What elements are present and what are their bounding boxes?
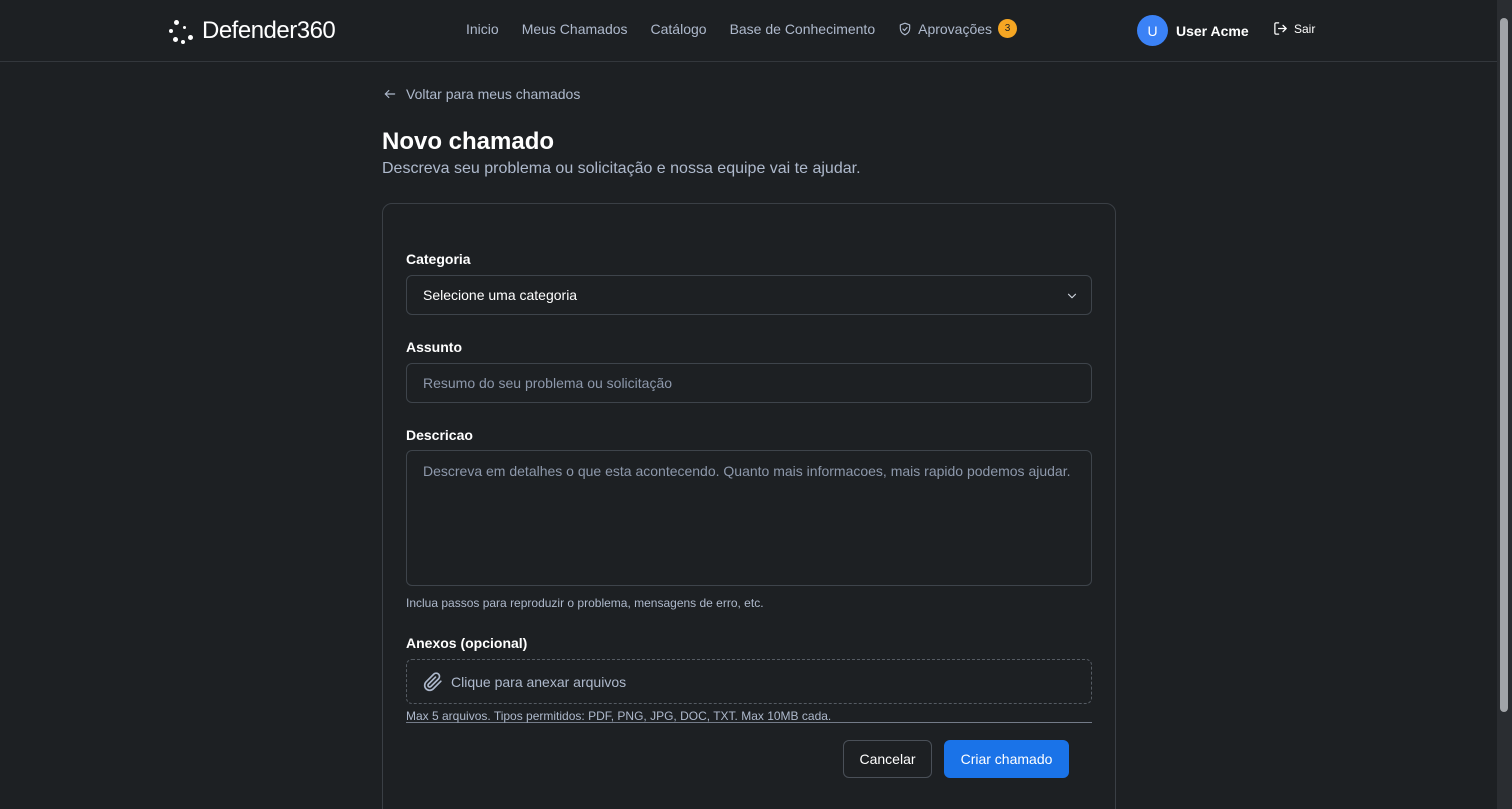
- top-navbar: Defender360 Inicio Meus Chamados Catálog…: [0, 0, 1497, 62]
- nav-item-aprovacoes[interactable]: Aprovações 3: [898, 19, 1018, 38]
- category-select[interactable]: Selecione uma categoria: [406, 275, 1092, 315]
- nav-item-catalogo[interactable]: Catálogo: [651, 21, 707, 37]
- page-title: Novo chamado: [382, 128, 555, 155]
- description-label: Descricao: [406, 427, 473, 443]
- nav-item-meus-chamados[interactable]: Meus Chamados: [522, 21, 628, 37]
- nav-item-inicio[interactable]: Inicio: [466, 21, 499, 37]
- paperclip-icon: [423, 671, 442, 691]
- subject-label: Assunto: [406, 339, 462, 355]
- category-label: Categoria: [406, 251, 471, 267]
- category-select-value: Selecione uma categoria: [423, 287, 578, 303]
- attachments-dropzone[interactable]: Clique para anexar arquivos: [406, 659, 1092, 704]
- logo-dots-icon: [168, 17, 194, 45]
- page-subtitle: Descreva seu problema ou solicitação e n…: [382, 160, 861, 177]
- page-scrollbar[interactable]: [1497, 0, 1512, 809]
- shield-icon: [899, 22, 911, 35]
- nav-item-base-conhecimento[interactable]: Base de Conhecimento: [730, 21, 876, 37]
- attachments-hint: Max 5 arquivos. Tipos permitidos: PDF, P…: [406, 709, 832, 723]
- logout-button[interactable]: Sair: [1273, 21, 1315, 36]
- logout-label: Sair: [1294, 21, 1316, 36]
- description-textarea-placeholder: Descreva em detalhes o que esta acontece…: [423, 463, 1071, 479]
- subject-input-placeholder: Resumo do seu problema ou solicitação: [423, 375, 673, 391]
- form-divider: [406, 722, 1092, 723]
- back-link[interactable]: Voltar para meus chamados: [383, 86, 580, 102]
- user-name: User Acme: [1176, 22, 1249, 39]
- logo-text: Defender360: [202, 17, 336, 44]
- approvals-count-badge: 3: [998, 19, 1018, 38]
- cancel-button[interactable]: Cancelar: [843, 740, 932, 778]
- create-ticket-button[interactable]: Criar chamado: [944, 740, 1069, 778]
- chevron-down-icon: [1067, 293, 1077, 299]
- scrollbar-thumb[interactable]: [1500, 18, 1508, 712]
- arrow-left-icon: [384, 89, 396, 99]
- description-hint: Inclua passos para reproduzir o problema…: [406, 596, 764, 610]
- user-menu[interactable]: U User Acme: [1137, 15, 1249, 46]
- main-nav: Inicio Meus Chamados Catálogo Base de Co…: [466, 19, 1040, 38]
- subject-input[interactable]: Resumo do seu problema ou solicitação: [406, 363, 1092, 403]
- logo[interactable]: Defender360: [168, 14, 336, 48]
- back-link-label: Voltar para meus chamados: [406, 86, 581, 102]
- logout-icon: [1274, 22, 1287, 35]
- description-textarea[interactable]: Descreva em detalhes o que esta acontece…: [406, 450, 1092, 586]
- attachments-dropzone-text: Clique para anexar arquivos: [451, 673, 627, 690]
- nav-item-aprovacoes-label: Aprovações: [918, 20, 993, 37]
- attachments-label: Anexos (opcional): [406, 635, 528, 651]
- avatar: U: [1137, 15, 1168, 46]
